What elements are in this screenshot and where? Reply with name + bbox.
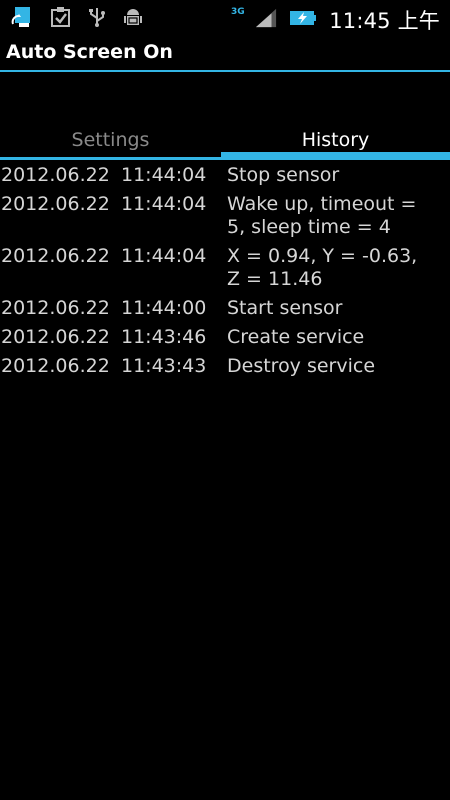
android-debug-icon [122,6,144,28]
list-item: 2012.06.22 11:43:43 Destroy service [0,355,450,384]
list-item: 2012.06.22 11:44:04 X = 0.94, Y = -0.63,… [0,245,450,297]
signal-icon [255,7,277,29]
history-message: Wake up, timeout = 5, sleep time = 4 [227,193,417,238]
history-date: 2012.06.22 [1,193,110,215]
history-date: 2012.06.22 [1,355,110,377]
tab-settings[interactable]: Settings [0,124,221,160]
history-time: 11:44:00 [121,297,207,319]
history-date: 2012.06.22 [1,326,110,348]
history-message: Start sensor [227,297,343,319]
status-clock: 11:45 上午 [329,9,440,33]
history-message: Stop sensor [227,164,340,186]
title-bar: Auto Screen On [0,38,450,72]
list-item: 2012.06.22 11:44:04 Wake up, timeout = 5… [0,193,450,245]
history-message: Create service [227,326,365,348]
network-type-label: 3G [231,7,245,17]
history-time: 11:43:43 [121,355,207,377]
history-time: 11:43:46 [121,326,207,348]
history-date: 2012.06.22 [1,245,110,267]
app-title: Auto Screen On [6,41,173,63]
list-item: 2012.06.22 11:43:46 Create service [0,326,450,355]
tab-settings-label: Settings [71,129,150,151]
history-time: 11:44:04 [121,245,207,267]
history-date: 2012.06.22 [1,297,110,319]
tab-history-label: History [301,129,370,151]
status-bar: 3G 11:45 上午 [0,0,450,38]
sync-icon [10,6,32,28]
usb-icon [86,6,108,28]
checkbox-icon [50,6,72,28]
tab-history[interactable]: History [221,124,450,160]
history-time: 11:44:04 [121,193,207,215]
tab-bar: Settings History [0,124,450,160]
list-item: 2012.06.22 11:44:00 Start sensor [0,297,450,326]
history-time: 11:44:04 [121,164,207,186]
history-date: 2012.06.22 [1,164,110,186]
list-item: 2012.06.22 11:44:04 Stop sensor [0,164,450,193]
history-list: 2012.06.22 11:44:04 Stop sensor 2012.06.… [0,164,450,384]
battery-charging-icon [289,7,317,29]
history-message: Destroy service [227,355,376,377]
history-message: X = 0.94, Y = -0.63, Z = 11.46 [227,245,418,290]
